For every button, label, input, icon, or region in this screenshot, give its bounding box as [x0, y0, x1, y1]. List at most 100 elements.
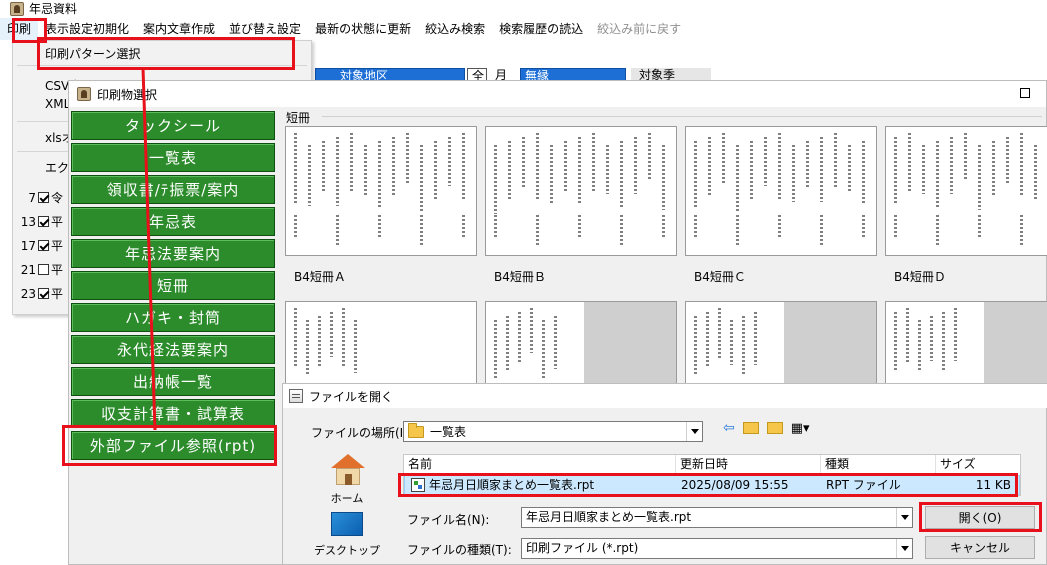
column-header-size[interactable]: サイズ	[936, 455, 1020, 474]
folder-icon	[408, 422, 424, 438]
preview-text-column	[406, 133, 409, 183]
preview-text-column	[862, 215, 865, 239]
home-icon	[331, 454, 365, 486]
main-title-text: 年忌資料	[29, 2, 78, 16]
menu-item-print-pattern[interactable]: 印刷パターン選択	[45, 45, 140, 62]
preview-text-column	[308, 145, 311, 206]
external-file-button[interactable]: 外部ファイル参照(rpt)	[71, 431, 275, 460]
row-checkbox[interactable]	[38, 288, 49, 299]
preview-text-column	[542, 320, 545, 378]
cashbook-button[interactable]: 出納帳一覧	[71, 367, 275, 396]
view-menu-icon[interactable]: ▦▾	[791, 421, 810, 436]
postcard-envelope-button[interactable]: ハガキ・封筒	[71, 303, 275, 332]
print-window-title-bar: 印刷物選択	[69, 81, 1046, 107]
preview-text-column	[754, 312, 757, 365]
open-button[interactable]: 開く(O)	[925, 506, 1035, 529]
thumbnail-caption: B4短冊Ｄ	[894, 270, 946, 284]
thumbnail-row2-3[interactable]	[685, 301, 877, 391]
place-home[interactable]: ホーム	[311, 454, 383, 505]
row-text: 平	[51, 215, 64, 229]
thumbnail-row2-1[interactable]	[285, 301, 477, 391]
tanzaku-button[interactable]: 短冊	[71, 271, 275, 300]
thumbnail-b4-d[interactable]	[885, 126, 1047, 256]
file-dialog-title: ファイルを開く	[309, 389, 394, 404]
menu-print[interactable]: 印刷	[0, 18, 39, 40]
location-select[interactable]: 一覧表	[403, 421, 703, 442]
preview-text-column	[336, 215, 339, 247]
preview-text-column	[918, 320, 921, 370]
thumbnail-b4-b[interactable]	[485, 126, 677, 256]
thumbnail-caption: B4短冊Ｃ	[694, 270, 746, 284]
nenki-table-button[interactable]: 年忌表	[71, 207, 275, 236]
menu-load-history[interactable]: 検索履歴の読込	[492, 18, 590, 40]
thumbnail-gray-area	[984, 302, 1047, 390]
preview-text-column	[954, 308, 957, 361]
chevron-down-icon[interactable]	[686, 422, 702, 441]
place-desktop[interactable]: デスクトップ	[311, 512, 383, 557]
column-header-type[interactable]: 種類	[821, 455, 936, 474]
filename-input[interactable]: 年忌月日順家まとめ一覧表.rpt	[521, 507, 913, 528]
menu-refresh[interactable]: 最新の状態に更新	[308, 18, 418, 40]
receipt-button[interactable]: 領収書/ﾃ振票/案内	[71, 175, 275, 204]
tack-seal-button[interactable]: タックシール	[71, 111, 275, 140]
place-label: デスクトップ	[314, 544, 380, 557]
row-number: 7	[28, 190, 36, 205]
list-item[interactable]: 7 令	[12, 189, 63, 206]
column-header-modified[interactable]: 更新日時	[676, 455, 821, 474]
list-table-button[interactable]: 一覧表	[71, 143, 275, 172]
filename-value: 年忌月日順家まとめ一覧表.rpt	[526, 510, 692, 524]
preview-text-column	[494, 215, 497, 239]
row-checkbox[interactable]	[38, 192, 49, 203]
preview-text-column	[894, 137, 897, 204]
thumbnail-row2-2[interactable]	[485, 301, 677, 391]
table-row[interactable]: 年忌月日順家まとめ一覧表.rpt 2025/08/09 15:55 RPT ファ…	[404, 475, 1020, 495]
preview-text-column	[806, 141, 809, 189]
menu-reset-display[interactable]: 表示設定初期化	[38, 18, 136, 40]
preview-text-column	[648, 133, 651, 181]
new-folder-icon[interactable]	[766, 422, 783, 434]
list-item[interactable]: 21 平	[12, 261, 63, 278]
eitaikyo-guide-button[interactable]: 永代経法要案内	[71, 335, 275, 364]
menu-guide-text[interactable]: 案内文章作成	[136, 18, 222, 40]
menu-item-xml[interactable]: XML	[45, 97, 70, 111]
filename-label: ファイル名(N):	[407, 513, 490, 527]
row-checkbox[interactable]	[38, 216, 49, 227]
list-item[interactable]: 17 平	[12, 237, 63, 254]
chevron-down-icon[interactable]	[896, 539, 912, 558]
list-item[interactable]: 13 平	[12, 213, 63, 230]
app-icon	[77, 87, 91, 101]
preview-text-column	[834, 133, 837, 189]
thumbnail-b4-c[interactable]	[685, 126, 877, 256]
preview-text-column	[936, 141, 939, 207]
preview-text-column	[506, 316, 509, 371]
filetype-select[interactable]: 印刷ファイル (*.rpt)	[521, 538, 913, 559]
thumbnail-row2-4[interactable]	[885, 301, 1047, 391]
preview-text-column	[564, 141, 567, 191]
row-number: 23	[20, 286, 36, 301]
maximize-icon[interactable]	[1020, 88, 1030, 98]
chevron-down-icon[interactable]	[896, 508, 912, 527]
preview-text-column	[494, 320, 497, 380]
up-folder-icon[interactable]	[742, 422, 759, 434]
menu-sort-settings[interactable]: 並び替え設定	[222, 18, 308, 40]
cancel-button[interactable]: キャンセル	[925, 536, 1035, 559]
preview-text-column	[536, 133, 539, 201]
menu-filter-search[interactable]: 絞込み検索	[418, 18, 492, 40]
preview-text-column	[778, 133, 781, 199]
thumbnail-b4-a[interactable]	[285, 126, 477, 256]
preview-text-column	[592, 133, 595, 191]
preview-text-column	[908, 133, 911, 191]
preview-text-column	[378, 215, 381, 239]
row-checkbox[interactable]	[38, 240, 49, 251]
balance-sheet-button[interactable]: 収支計算書・試算表	[71, 399, 275, 428]
preview-text-column	[706, 312, 709, 367]
preview-text-column	[862, 141, 865, 205]
row-checkbox[interactable]	[38, 264, 49, 275]
list-item[interactable]: 23 平	[12, 285, 63, 302]
column-header-name[interactable]: 名前	[404, 455, 676, 474]
memorial-guide-button[interactable]: 年忌法要案内	[71, 239, 275, 268]
preview-text-column	[708, 137, 711, 196]
menu-separator	[17, 65, 307, 66]
back-arrow-icon[interactable]: ⇦	[723, 420, 735, 436]
preview-text-column	[978, 145, 981, 210]
